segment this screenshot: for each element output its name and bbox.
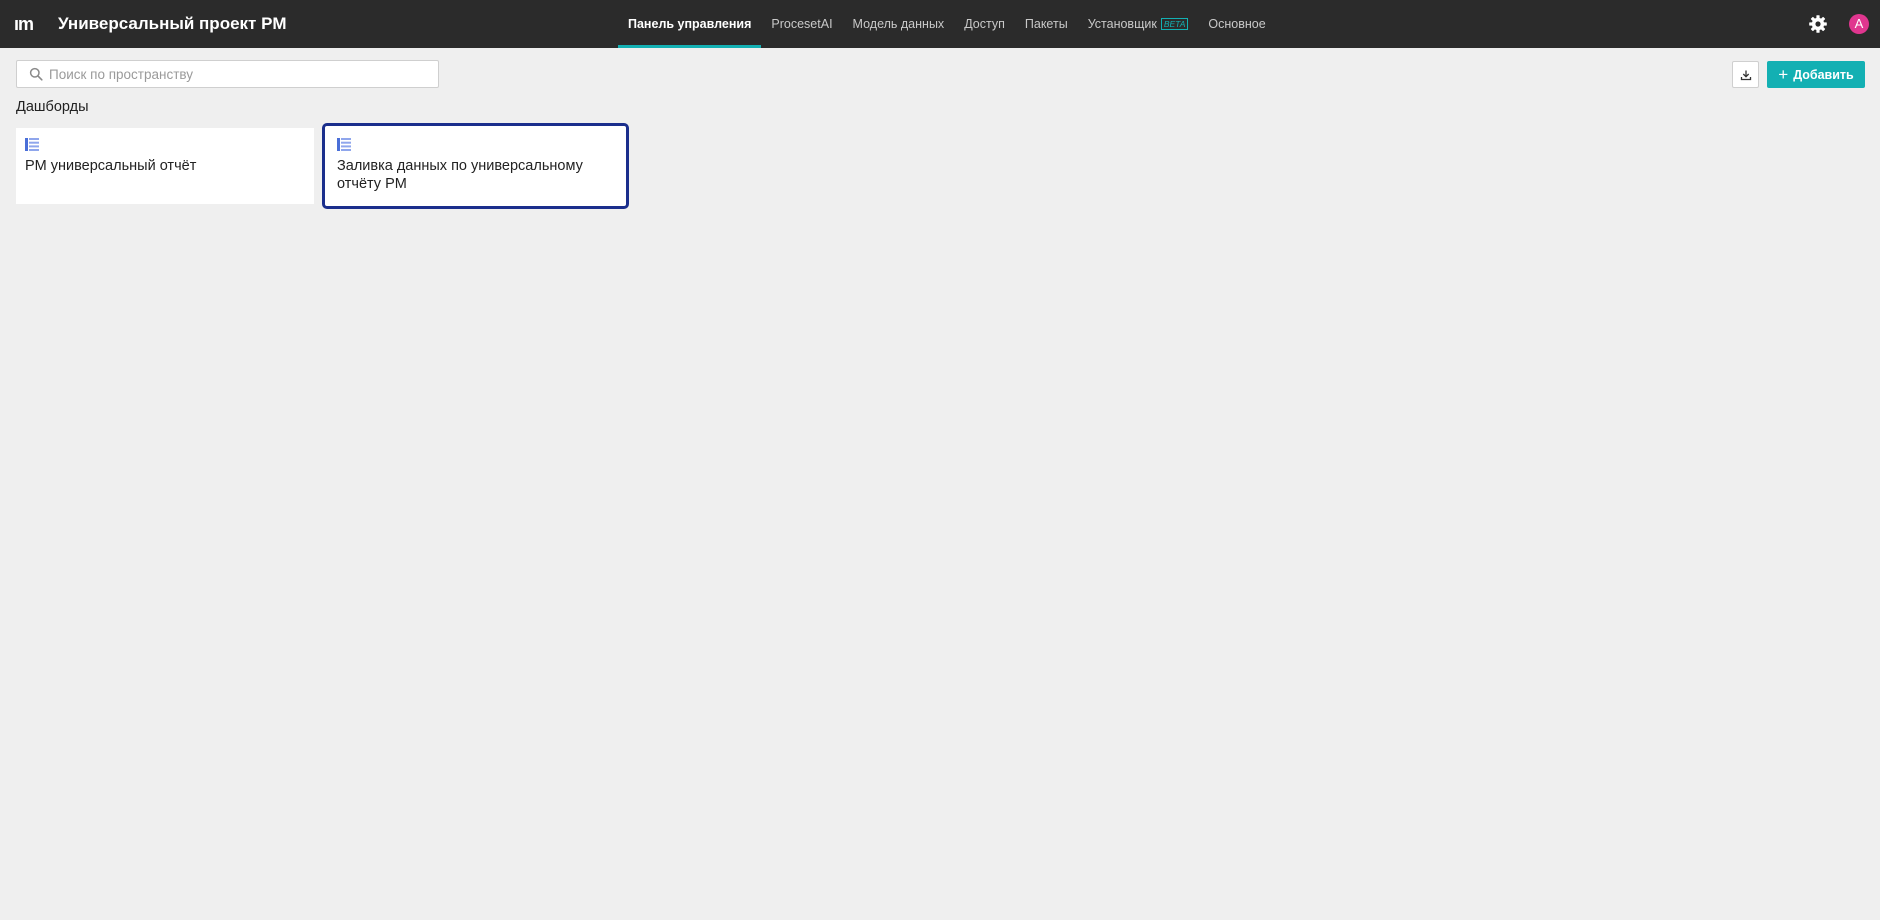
plus-icon: + [1778,64,1789,84]
dashboard-card-selected[interactable]: Заливка данных по универсальному отчёту … [322,123,629,209]
tab-access[interactable]: Доступ [954,0,1015,48]
tab-packages[interactable]: Пакеты [1015,0,1078,48]
tab-installer[interactable]: Установщик BETA [1078,0,1199,48]
search-input[interactable] [49,66,409,82]
card-title: Заливка данных по универсальному отчёту … [337,158,583,192]
download-button[interactable] [1732,61,1759,88]
tab-general[interactable]: Основное [1198,0,1275,48]
dashboard-icon [25,138,39,151]
avatar[interactable]: A [1849,14,1869,34]
search-icon [29,67,43,81]
tab-procesetai[interactable]: ProcesetAI [761,0,842,48]
beta-badge: BETA [1160,18,1189,30]
gear-icon[interactable] [1808,14,1828,34]
tab-label: Модель данных [852,17,945,31]
download-icon [1740,70,1751,80]
project-title: Универсальный проект PM [58,14,287,33]
app-logo[interactable]: ım [14,14,36,34]
search-box[interactable] [16,60,439,88]
add-button[interactable]: + Добавить [1767,61,1865,88]
tab-label: ProcesetAI [771,17,833,31]
tab-label: Основное [1208,17,1266,31]
tab-label: Доступ [964,17,1005,31]
tab-dashboard[interactable]: Панель управления [618,0,762,48]
dashboard-icon [337,138,351,151]
card-title: PM универсальный отчёт [25,158,197,174]
tab-label: Панель управления [628,17,752,31]
tab-label: Пакеты [1024,17,1068,31]
section-title: Дашборды [16,99,89,115]
main-nav: Панель управления ProcesetAI Модель данн… [618,0,1276,48]
tab-data-model[interactable]: Модель данных [843,0,955,48]
top-bar: ım Универсальный проект PM Панель управл… [0,0,1880,48]
add-button-label: Добавить [1793,67,1854,82]
tab-label: Установщик [1087,17,1157,31]
dashboard-card[interactable]: PM универсальный отчёт [16,128,314,204]
